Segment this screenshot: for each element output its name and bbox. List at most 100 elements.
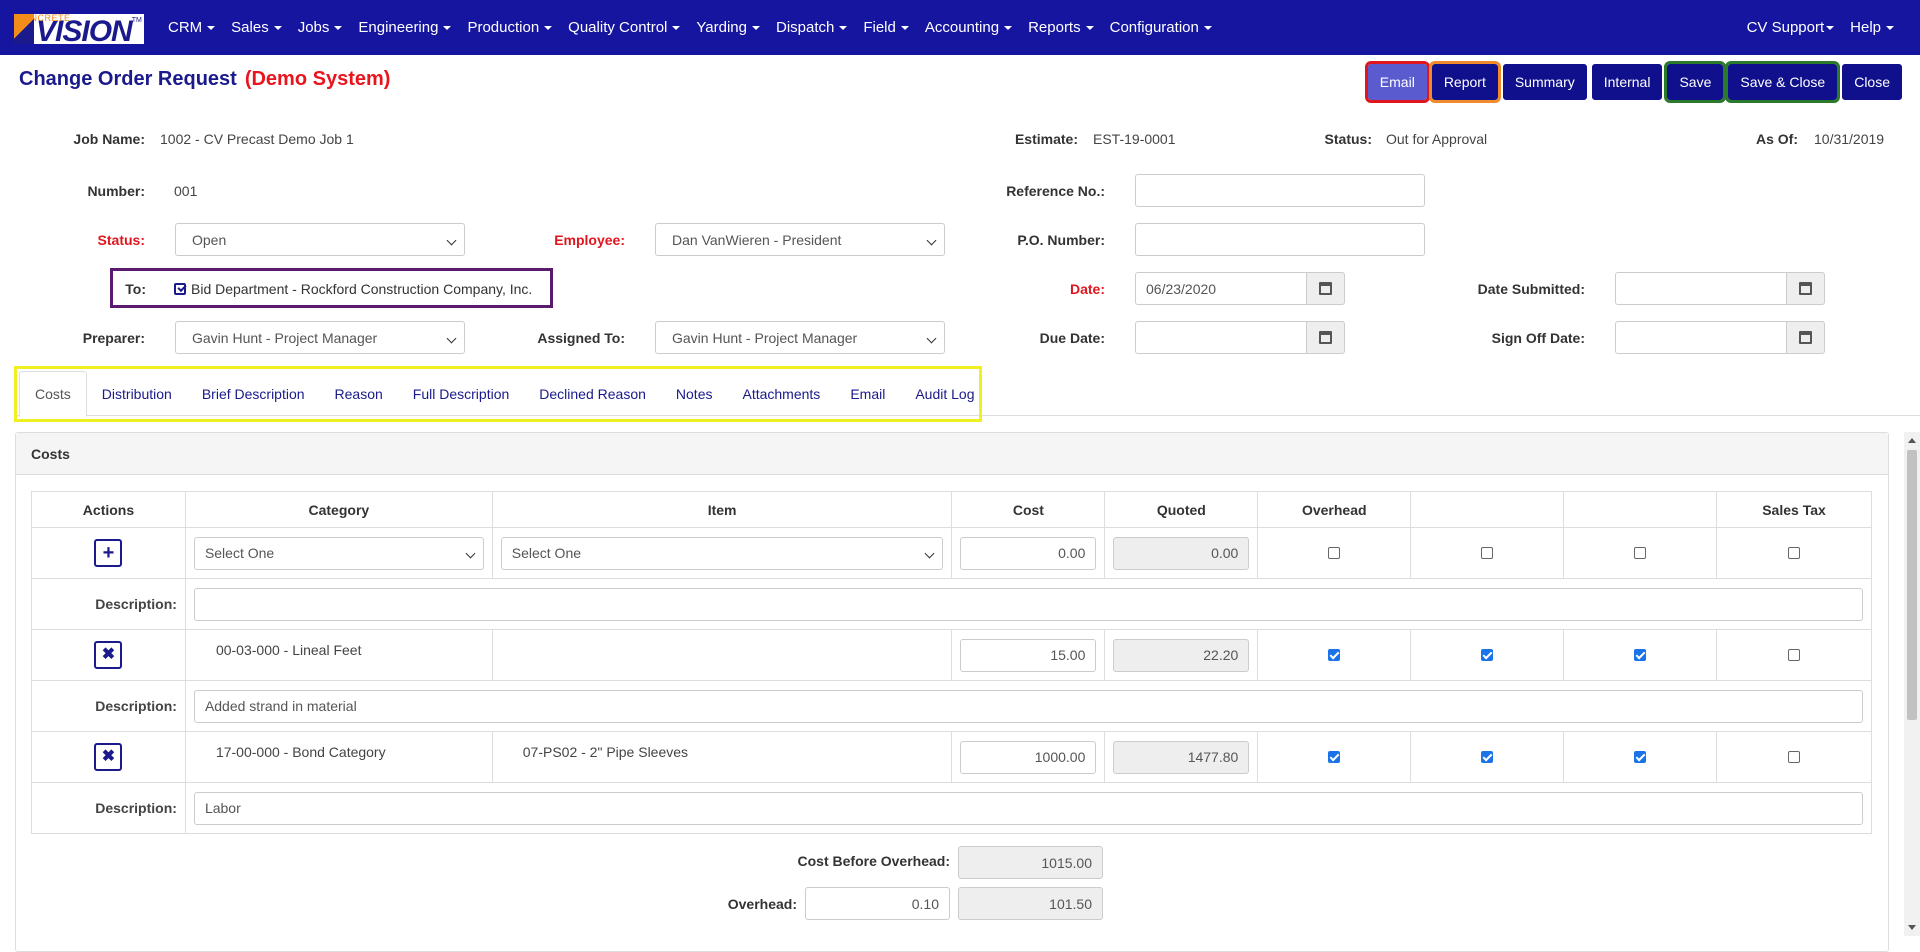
close-button[interactable]: Close [1842,64,1902,100]
preparer-label: Preparer: [82,330,145,346]
overhead-amount-value: 101.50 [958,887,1103,920]
menu-production[interactable]: Production [459,19,560,36]
preparer-select[interactable]: Gavin Hunt - Project Manager [175,321,465,354]
sign-off-date-input[interactable] [1615,321,1787,354]
menu-yarding[interactable]: Yarding [688,19,768,36]
save-close-button[interactable]: Save & Close [1725,61,1841,103]
caret-down-icon [751,26,760,31]
row-item: 07-PS02 - 2" Pipe Sleeves [522,744,689,760]
menu-cv-support[interactable]: CV Support [1739,19,1843,36]
po-number-input[interactable] [1135,223,1425,256]
due-date-picker[interactable] [1135,321,1345,354]
sales-tax-checkbox[interactable] [1788,751,1800,763]
new-cost-row: + Select One Select One 0.00 0.00 [31,527,1872,579]
save-button[interactable]: Save [1664,61,1727,103]
date-submitted-picker[interactable] [1615,272,1825,305]
menu-sales[interactable]: Sales [223,19,290,36]
due-date-input[interactable] [1135,321,1307,354]
page-scrollbar[interactable] [1904,432,1920,936]
menu-configuration[interactable]: Configuration [1102,19,1220,36]
email-button[interactable]: Email [1364,61,1430,103]
tab-email[interactable]: Email [835,371,900,417]
checkbox-3[interactable] [1634,751,1647,763]
description-input[interactable] [193,587,1863,621]
date-submitted-input[interactable] [1615,272,1787,305]
checkbox-2[interactable] [1481,547,1494,559]
tabs-highlight: Costs Distribution Brief Description Rea… [14,366,982,422]
tab-declined-reason[interactable]: Declined Reason [524,371,661,417]
menu-quality-control[interactable]: Quality Control [560,19,688,36]
summary-button[interactable]: Summary [1502,64,1587,100]
col-actions: Actions [31,491,186,528]
tab-notes[interactable]: Notes [661,371,728,417]
tab-distribution[interactable]: Distribution [87,371,187,417]
description-input[interactable]: Added strand in material [193,689,1863,723]
overhead-rate-input[interactable]: 0.10 [805,887,950,920]
checkbox-3[interactable] [1634,547,1647,559]
row-cost-input[interactable]: 1000.00 [960,740,1097,774]
checkbox-2[interactable] [1481,649,1494,661]
internal-button[interactable]: Internal [1591,64,1663,100]
delete-row-button[interactable]: ✖ [94,743,123,771]
date-calendar-button[interactable] [1307,272,1345,305]
menu-field[interactable]: Field [855,19,917,36]
tab-bar: Costs Distribution Brief Description Rea… [19,371,990,417]
date-picker[interactable]: 06/23/2020 [1135,272,1345,305]
tab-attachments[interactable]: Attachments [727,371,835,417]
add-row-button[interactable]: + [94,539,123,567]
assigned-to-select[interactable]: Gavin Hunt - Project Manager [655,321,945,354]
menu-crm[interactable]: CRM [160,19,223,36]
checkbox-2[interactable] [1481,751,1494,763]
sign-off-date-picker[interactable] [1615,321,1825,354]
employee-select[interactable]: Dan VanWieren - President [655,223,945,256]
date-input[interactable]: 06/23/2020 [1135,272,1307,305]
cost-input[interactable]: 0.00 [960,536,1097,570]
report-button[interactable]: Report [1428,61,1501,103]
logo-small-text: CONCRETE [16,14,71,23]
caret-down-icon [544,26,553,31]
item-select[interactable]: Select One [500,536,944,570]
new-description-row: Description: [31,578,1873,630]
concrete-vision-logo[interactable]: CONCRETE VISION TM [14,14,144,44]
col-cost: Cost [951,491,1106,528]
tab-costs[interactable]: Costs [19,371,87,417]
menu-accounting[interactable]: Accounting [917,19,1020,36]
edit-icon[interactable] [174,283,186,295]
number-value: 001 [174,183,198,199]
as-of-label: As Of: [1756,131,1798,147]
sales-tax-checkbox[interactable] [1788,547,1800,559]
reference-input[interactable] [1135,174,1425,207]
tab-full-description[interactable]: Full Description [398,371,524,417]
scrollbar-thumb[interactable] [1907,450,1917,720]
status-select[interactable]: Open [175,223,465,256]
costs-panel-title: Costs [16,433,1888,475]
scroll-down-arrow-icon[interactable] [1908,925,1916,930]
to-value[interactable]: Bid Department - Rockford Construction C… [174,281,532,297]
menu-help[interactable]: Help [1842,19,1902,36]
delete-row-button[interactable]: ✖ [94,641,123,669]
description-input[interactable]: Labor [193,791,1863,825]
overhead-checkbox[interactable] [1328,547,1341,559]
category-select[interactable]: Select One [193,536,484,570]
menu-dispatch[interactable]: Dispatch [768,19,855,36]
overhead-checkbox[interactable] [1328,751,1341,763]
caret-down-icon [1203,26,1212,31]
tab-audit-log[interactable]: Audit Log [900,371,989,417]
tab-brief-description[interactable]: Brief Description [187,371,320,417]
overhead-checkbox[interactable] [1328,649,1341,661]
menu-engineering[interactable]: Engineering [350,19,459,36]
scroll-up-arrow-icon[interactable] [1908,438,1916,443]
caret-down-icon [1085,26,1094,31]
row-cost-input[interactable]: 15.00 [960,638,1097,672]
checkbox-3[interactable] [1634,649,1647,661]
page-title-text: Change Order Request [19,68,237,90]
sales-tax-checkbox[interactable] [1788,649,1800,661]
menu-reports[interactable]: Reports [1020,19,1102,36]
due-date-calendar-button[interactable] [1307,321,1345,354]
date-submitted-label: Date Submitted: [1477,281,1585,297]
job-name-label: Job Name: [73,131,145,147]
menu-jobs[interactable]: Jobs [290,19,351,36]
tab-reason[interactable]: Reason [320,371,398,417]
sign-off-calendar-button[interactable] [1787,321,1825,354]
date-submitted-calendar-button[interactable] [1787,272,1825,305]
